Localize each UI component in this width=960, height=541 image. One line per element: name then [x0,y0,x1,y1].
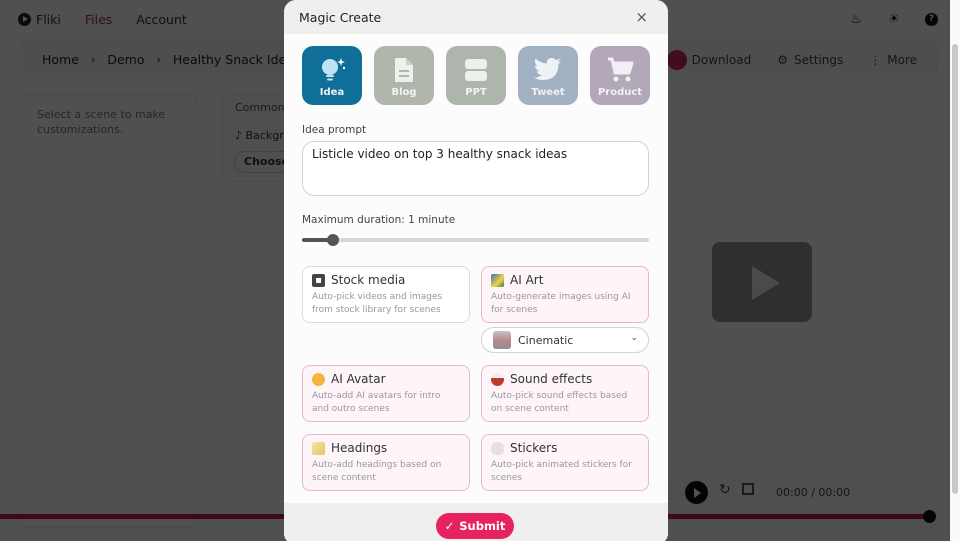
option-desc: Auto-pick videos and images from stock l… [312,292,443,315]
type-ppt-label: PPT [465,87,487,98]
duration-label: Maximum duration: 1 minute [302,214,456,226]
option-stickers[interactable]: Stickers Auto-pick animated stickers for… [481,434,649,491]
option-desc: Auto-add headings based on scene content [312,460,442,483]
rabbit-icon [491,441,504,455]
option-desc: Auto-pick animated stickers for scenes [491,460,632,483]
type-idea-label: Idea [319,87,345,98]
type-product-label: Product [597,87,643,98]
art-style-select[interactable]: Cinematic ⌄ [481,327,649,353]
content-type-selector: Idea Blog PPT Tweet Product [302,46,650,105]
type-tweet[interactable]: Tweet [518,46,578,105]
cart-icon [606,57,634,83]
submit-button[interactable]: ✓ Submit [436,513,514,539]
option-title: Headings [331,441,388,455]
type-blog[interactable]: Blog [374,46,434,105]
option-title: Stock media [331,273,406,287]
duration-slider-thumb[interactable] [327,234,340,246]
option-ai-art[interactable]: AI Art Auto-generate images using AI for… [481,266,649,323]
dialog-header: Magic Create × [284,0,668,34]
type-tweet-label: Tweet [531,87,565,98]
idea-prompt-label: Idea prompt [302,124,367,136]
option-ai-avatar[interactable]: AI Avatar Auto-add AI avatars for intro … [302,365,470,422]
magic-create-dialog: Magic Create × Idea Blog PPT Tweet Produ… [284,0,668,541]
option-desc: Auto-pick sound effects based on scene c… [491,391,628,414]
movie-camera-icon: ▪ [312,273,325,287]
type-product[interactable]: Product [590,46,650,105]
document-icon [393,57,415,83]
scrollbar-thumb[interactable] [952,44,958,494]
art-style-thumbnail [493,331,511,349]
close-icon[interactable]: × [635,8,648,26]
type-idea[interactable]: Idea [302,46,362,105]
idea-prompt-input[interactable]: Listicle video on top 3 healthy snack id… [302,141,649,196]
twitter-icon [533,57,563,83]
duration-slider[interactable] [302,234,649,246]
type-blog-label: Blog [391,87,417,98]
option-sound-effects[interactable]: Sound effects Auto-pick sound effects ba… [481,365,649,422]
option-title: AI Art [510,273,544,287]
lightbulb-icon [315,57,349,83]
submit-label: Submit [459,519,506,533]
option-stock-media[interactable]: ▪ Stock media Auto-pick videos and images… [302,266,470,323]
chevron-down-icon: ⌄ [630,333,638,343]
option-title: AI Avatar [331,372,386,386]
slides-icon [463,57,489,83]
option-title: Sound effects [510,372,593,386]
dialog-footer: ✓ Submit [284,503,668,541]
option-desc: Auto-generate images using AI for scenes [491,292,631,315]
person-icon [312,372,325,386]
picture-icon [491,273,504,287]
type-ppt[interactable]: PPT [446,46,506,105]
page-scrollbar[interactable] [950,0,960,541]
option-headings[interactable]: Headings Auto-add headings based on scen… [302,434,470,491]
art-style-value: Cinematic [518,333,574,347]
drum-icon [491,372,504,386]
option-desc: Auto-add AI avatars for intro and outro … [312,391,441,414]
check-icon: ✓ [444,519,455,533]
dialog-title: Magic Create [299,9,382,25]
option-title: Stickers [510,441,558,455]
memo-icon [312,441,325,455]
